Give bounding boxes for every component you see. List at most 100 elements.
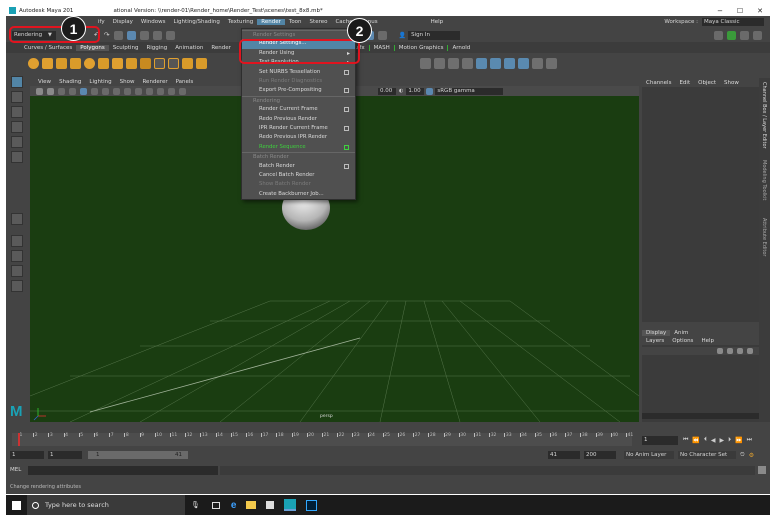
step-forward-key-icon[interactable]: ⏩ <box>735 437 742 444</box>
sculpt-icon[interactable] <box>545 57 557 69</box>
wireframe-icon[interactable] <box>69 87 76 95</box>
viewport-menu-view[interactable]: View <box>34 79 55 85</box>
combine-icon[interactable] <box>181 57 193 69</box>
poly-disc-icon[interactable] <box>111 57 123 69</box>
shelf-tab-motion-graphics[interactable]: Motion Graphics <box>393 44 448 51</box>
menu-windows[interactable]: Windows <box>137 19 170 25</box>
poly-plane-icon[interactable] <box>97 57 109 69</box>
shelf-tab-sculpting[interactable]: Sculpting <box>109 45 143 51</box>
step-forward-frame-icon[interactable]: ⏵ <box>728 436 731 444</box>
viewport-menu-renderer[interactable]: Renderer <box>138 79 171 85</box>
paint-select-icon[interactable] <box>11 106 23 118</box>
sign-in-select[interactable]: Sign In <box>408 30 461 40</box>
shelf-tab-animation[interactable]: Animation <box>171 45 207 51</box>
range-end-inner-field[interactable]: 41 <box>548 451 580 459</box>
anti-alias-icon[interactable] <box>168 87 175 95</box>
two-pane-icon[interactable] <box>11 265 23 277</box>
shelf-tab-arnold[interactable]: Arnold <box>447 44 474 51</box>
layer-help-menu[interactable]: Help <box>697 338 718 344</box>
render-menu-item[interactable]: Export Pre-Compositing <box>242 86 355 96</box>
command-input[interactable] <box>28 465 218 475</box>
bridge-icon[interactable] <box>433 57 445 69</box>
poly-cone-icon[interactable] <box>69 57 81 69</box>
menu-render[interactable]: Render <box>257 19 285 25</box>
snap-curve-icon[interactable] <box>165 30 175 40</box>
poly-helix-icon[interactable] <box>139 57 151 69</box>
close-button[interactable]: ✕ <box>750 7 770 15</box>
maximize-button[interactable]: ☐ <box>730 7 750 15</box>
viewport-menu-shading[interactable]: Shading <box>55 79 85 85</box>
render-menu-item[interactable]: IPR Render Current Frame <box>242 124 355 134</box>
range-slider[interactable]: 1 41 <box>88 451 188 459</box>
new-layer-icon[interactable] <box>737 348 743 354</box>
append-icon[interactable] <box>475 57 487 69</box>
motion-blur-icon[interactable] <box>157 87 164 95</box>
shelf-tab-rendering[interactable]: Render <box>207 45 235 51</box>
current-frame-field[interactable]: 1 <box>642 436 678 445</box>
command-language-label[interactable]: MEL <box>6 467 28 473</box>
option-box-icon[interactable] <box>344 144 349 150</box>
poly-torus-icon[interactable] <box>83 57 95 69</box>
select-object-icon[interactable] <box>126 30 136 40</box>
smooth-shade-icon[interactable] <box>80 87 87 95</box>
scale-tool-icon[interactable] <box>11 151 23 163</box>
poly-cube-icon[interactable] <box>41 57 53 69</box>
menu-texturing[interactable]: Texturing <box>224 19 257 25</box>
shadows-icon[interactable] <box>113 87 120 95</box>
side-tab-channel-box[interactable]: Channel Box / Layer Editor <box>761 82 767 149</box>
mesh-grid-icon[interactable] <box>419 57 431 69</box>
option-box-icon[interactable] <box>344 107 349 113</box>
render-settings-icon[interactable] <box>377 30 387 40</box>
preferences-icon[interactable]: ⚙ <box>749 452 754 459</box>
render-menu-item[interactable]: Create Backburner Job... <box>242 190 355 200</box>
render-menu-item[interactable]: Redo Previous IPR Render <box>242 133 355 143</box>
option-box-icon[interactable] <box>344 69 349 75</box>
play-forwards-icon[interactable]: ▶ <box>720 437 725 444</box>
channels-menu[interactable]: Channels <box>642 80 675 86</box>
isolate-icon[interactable] <box>124 87 131 95</box>
multicut-icon[interactable] <box>489 57 501 69</box>
attribute-editor-icon[interactable] <box>727 30 736 40</box>
render-menu-item[interactable]: Cancel Batch Render <box>242 171 355 181</box>
range-end-field[interactable]: 200 <box>584 451 616 459</box>
option-box-icon[interactable] <box>344 88 349 94</box>
side-tab-attribute-editor[interactable]: Attribute Editor <box>761 218 767 256</box>
bevel-icon[interactable] <box>461 57 473 69</box>
redo-icon[interactable]: ↷ <box>104 31 110 39</box>
ambient-occlusion-icon[interactable] <box>146 87 153 95</box>
render-menu-item[interactable]: Batch Render <box>242 162 355 172</box>
shelf-tab-rigging[interactable]: Rigging <box>142 45 171 51</box>
viewport-menu-show[interactable]: Show <box>116 79 139 85</box>
move-layer-down-icon[interactable] <box>727 348 733 354</box>
menu-stereo[interactable]: Stereo <box>306 19 332 25</box>
play-backwards-icon[interactable]: ◀ <box>711 437 716 444</box>
auto-key-icon[interactable]: ⏲ <box>740 451 745 459</box>
step-back-key-icon[interactable]: ⏪ <box>692 437 699 444</box>
channel-box-icon[interactable] <box>753 30 762 40</box>
poly-cylinder-icon[interactable] <box>55 57 67 69</box>
shelf-tab-curves-surfaces[interactable]: Curves / Surfaces <box>20 45 76 51</box>
render-menu-item[interactable]: Render Sequence <box>242 143 355 153</box>
workspace-select[interactable]: Maya Classic <box>702 18 764 26</box>
object-menu[interactable]: Object <box>694 80 720 86</box>
uv-editor-icon[interactable] <box>531 57 543 69</box>
render-menu-item[interactable]: Redo Previous Render <box>242 115 355 125</box>
rotate-tool-icon[interactable] <box>11 136 23 148</box>
anim-layer-select[interactable]: No Anim Layer <box>624 451 674 459</box>
quad-draw-icon[interactable] <box>517 57 529 69</box>
color-management-icon[interactable] <box>426 87 434 95</box>
target-weld-icon[interactable] <box>503 57 515 69</box>
move-tool-icon[interactable] <box>11 121 23 133</box>
select-tool-icon[interactable] <box>11 76 23 88</box>
time-slider[interactable]: 1 2 3 4 5 6 7 8 9 10 11 12 13 14 15 16 17 18 19 20 21 22 23 24 2… <box>12 433 633 446</box>
edge-icon[interactable]: e <box>231 500 237 511</box>
viewport-menu-panels[interactable]: Panels <box>172 79 198 85</box>
edit-menu[interactable]: Edit <box>675 80 694 86</box>
select-component-icon[interactable] <box>139 30 149 40</box>
layer-scrollbar[interactable] <box>642 413 759 419</box>
option-box-icon[interactable] <box>344 163 349 169</box>
range-start-field[interactable]: 1 <box>10 451 44 459</box>
tool-settings-icon[interactable] <box>740 30 749 40</box>
four-pane-icon[interactable] <box>11 250 23 262</box>
extrude-icon[interactable] <box>447 57 459 69</box>
